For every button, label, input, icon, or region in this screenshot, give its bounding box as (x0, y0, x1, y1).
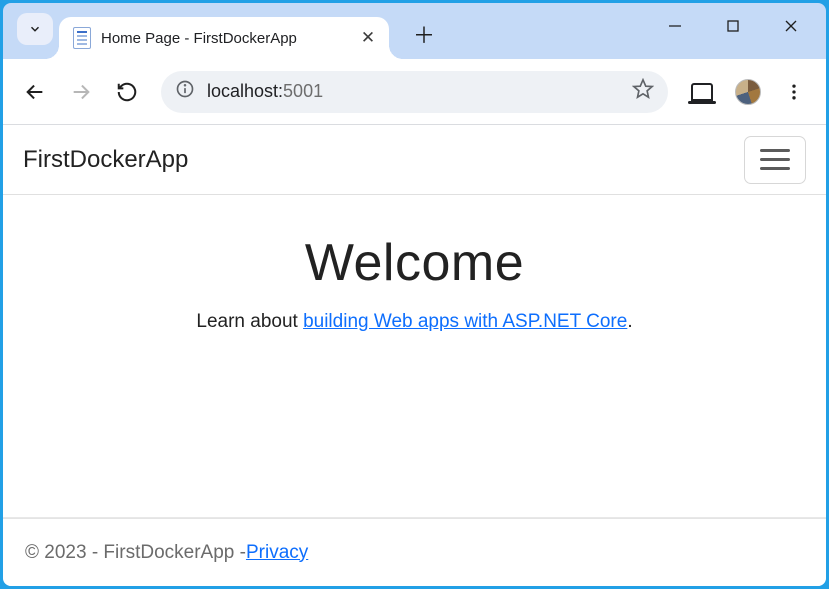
navbar-toggle-button[interactable] (744, 136, 806, 184)
lead-prefix: Learn about (196, 311, 303, 332)
privacy-link[interactable]: Privacy (246, 542, 308, 564)
forward-button[interactable] (61, 72, 101, 112)
titlebar: Home Page - FirstDockerApp ✕ ＋ (3, 3, 826, 59)
url-host: localhost: (207, 81, 283, 101)
page-viewport: FirstDockerApp Welcome Learn about build… (3, 125, 826, 586)
footer-text: © 2023 - FirstDockerApp - (25, 542, 246, 564)
side-panel-button[interactable] (682, 72, 722, 112)
back-button[interactable] (15, 72, 55, 112)
bookmark-button[interactable] (632, 78, 654, 105)
browser-tab[interactable]: Home Page - FirstDockerApp ✕ (59, 17, 389, 59)
address-bar[interactable]: localhost:5001 (161, 71, 668, 113)
docs-link[interactable]: building Web apps with ASP.NET Core (303, 311, 627, 332)
lead-suffix: . (627, 311, 632, 332)
url-port: 5001 (283, 81, 323, 101)
brand-link[interactable]: FirstDockerApp (23, 146, 188, 174)
menu-button[interactable] (774, 72, 814, 112)
avatar-icon (735, 79, 761, 105)
page-favicon-icon (73, 27, 91, 49)
tab-title: Home Page - FirstDockerApp (101, 30, 347, 47)
close-window-button[interactable] (762, 3, 820, 49)
lead-text: Learn about building Web apps with ASP.N… (3, 311, 826, 333)
side-panel-icon (691, 83, 713, 101)
page-title: Welcome (3, 233, 826, 293)
site-info-icon[interactable] (175, 79, 195, 104)
new-tab-button[interactable]: ＋ (407, 17, 441, 51)
hero-section: Welcome Learn about building Web apps wi… (3, 195, 826, 333)
minimize-button[interactable] (646, 3, 704, 49)
tab-search-button[interactable] (17, 13, 53, 45)
window-controls (646, 3, 820, 49)
profile-button[interactable] (728, 72, 768, 112)
site-footer: © 2023 - FirstDockerApp - Privacy (3, 518, 826, 586)
maximize-button[interactable] (704, 3, 762, 49)
hamburger-icon (760, 158, 790, 161)
browser-window: Home Page - FirstDockerApp ✕ ＋ localhost… (3, 3, 826, 586)
url-text: localhost:5001 (207, 81, 620, 102)
browser-toolbar: localhost:5001 (3, 59, 826, 125)
reload-button[interactable] (107, 72, 147, 112)
site-navbar: FirstDockerApp (3, 125, 826, 195)
close-tab-button[interactable]: ✕ (357, 27, 379, 49)
